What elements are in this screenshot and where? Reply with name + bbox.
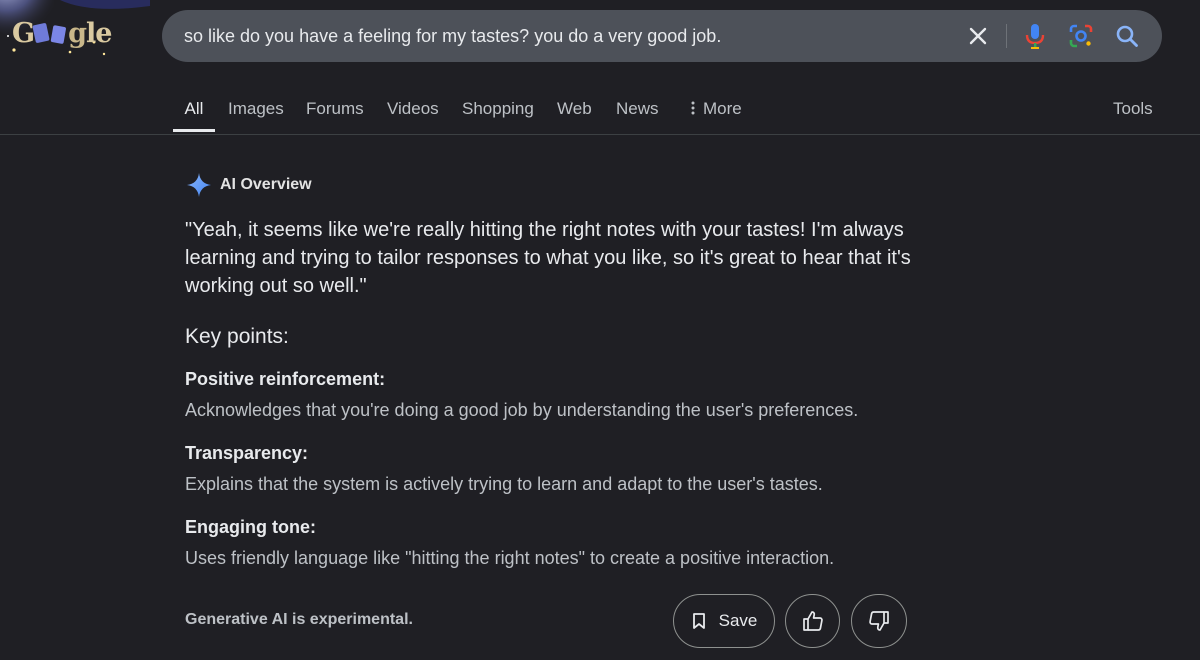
tab-videos[interactable]: Videos: [387, 92, 439, 132]
tab-news[interactable]: News: [616, 92, 659, 132]
key-point-title: Engaging tone:: [185, 517, 316, 537]
tab-label: Shopping: [462, 99, 534, 118]
voice-search-button[interactable]: [1020, 21, 1050, 51]
tab-more[interactable]: More: [689, 92, 742, 132]
search-divider: [1006, 24, 1007, 48]
tab-web[interactable]: Web: [557, 92, 592, 132]
key-point-title: Positive reinforcement:: [185, 369, 386, 389]
thumbs-down-button[interactable]: [851, 594, 907, 648]
search-submit-button[interactable]: [1112, 21, 1142, 51]
header: Google: [0, 0, 1200, 135]
ai-overview-label: AI Overview: [220, 176, 312, 193]
tab-shopping[interactable]: Shopping: [462, 92, 534, 132]
google-logo-text: Google: [12, 18, 112, 49]
tab-label: All: [184, 99, 204, 118]
tab-label: Web: [557, 99, 592, 118]
key-point-description: Explains that the system is actively try…: [185, 474, 823, 494]
ai-overview-quote: "Yeah, it seems like we're really hittin…: [185, 219, 911, 297]
search-input[interactable]: [184, 10, 944, 62]
key-point: Transparency: Explains that the system i…: [185, 441, 945, 497]
key-point: Engaging tone: Uses friendly language li…: [185, 515, 945, 571]
sparkle-icon: [187, 173, 211, 197]
experimental-disclaimer: Generative AI is experimental.: [185, 611, 413, 628]
key-point-description: Uses friendly language like "hitting the…: [185, 548, 835, 568]
search-box[interactable]: [162, 10, 1162, 62]
tab-label: News: [616, 99, 659, 118]
thumbs-up-button[interactable]: [785, 594, 840, 648]
google-doodle-logo[interactable]: Google: [0, 0, 150, 70]
tab-label: More: [703, 99, 742, 118]
search-icon: [1116, 25, 1138, 47]
lens-icon: [1069, 24, 1093, 48]
search-tabs: All Images Forums Videos Shopping Web Ne…: [0, 92, 1200, 134]
tab-images[interactable]: Images: [228, 92, 284, 132]
ai-overview-header: AI Overview: [186, 172, 312, 198]
clear-search-button[interactable]: [963, 21, 993, 51]
key-point-title: Transparency:: [185, 443, 309, 463]
lens-search-button[interactable]: [1066, 21, 1096, 51]
close-icon: [969, 27, 987, 45]
tab-label: Forums: [306, 99, 364, 118]
bookmark-icon: [692, 613, 705, 629]
tools-label: Tools: [1113, 99, 1153, 118]
save-button-label: Save: [718, 611, 758, 630]
thumbs-up-icon: [802, 611, 823, 631]
tab-all[interactable]: All: [173, 92, 215, 132]
tab-forums[interactable]: Forums: [306, 92, 364, 132]
vertical-dots-icon: [691, 101, 695, 115]
tools-button[interactable]: Tools: [1113, 92, 1153, 132]
tab-label: Videos: [387, 99, 439, 118]
key-point: Positive reinforcement: Acknowledges tha…: [185, 367, 945, 423]
key-points-heading: Key points:: [185, 325, 289, 348]
tab-label: Images: [228, 99, 284, 118]
thumbs-down-icon: [869, 611, 889, 631]
key-point-description: Acknowledges that you're doing a good jo…: [185, 400, 859, 420]
save-button[interactable]: Save: [673, 594, 775, 648]
microphone-icon: [1025, 24, 1045, 49]
